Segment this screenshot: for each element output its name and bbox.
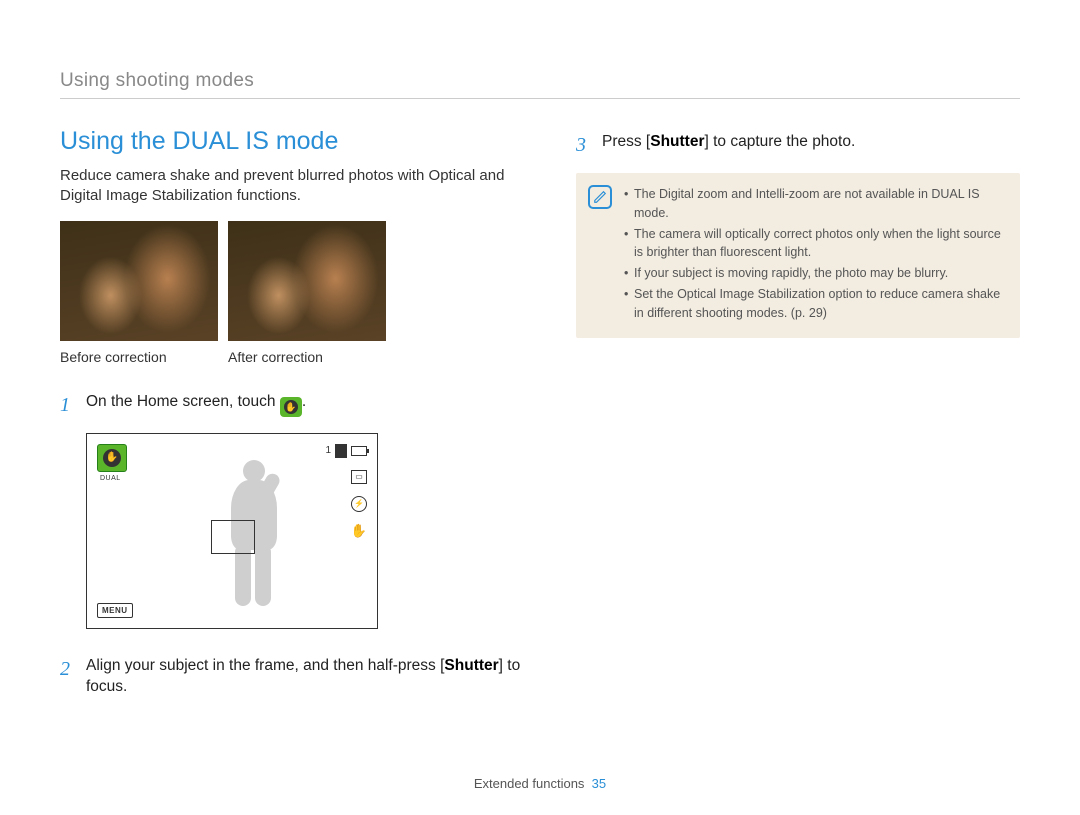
step-3: 3 Press [Shutter] to capture the photo. — [576, 131, 1020, 159]
lcd-status-top: 1 — [325, 444, 367, 458]
caption-before: Before correction — [60, 349, 218, 365]
ois-icon: ✋ — [351, 524, 367, 538]
camera-lcd-illustration: ✋ DUAL 1 ▭ ⚡ ✋ MENU — [86, 433, 378, 629]
photo-before — [60, 221, 218, 341]
lcd-remaining-count: 1 — [325, 445, 331, 456]
divider — [60, 98, 1020, 99]
step-3-text-a: Press [ — [602, 133, 650, 150]
photo-after — [228, 221, 386, 341]
breadcrumb: Using shooting modes — [60, 70, 1020, 92]
note-item: Set the Optical Image Stabilization opti… — [624, 285, 1006, 323]
battery-icon — [351, 446, 367, 456]
note-icon — [588, 185, 612, 209]
note-item: The camera will optically correct photos… — [624, 225, 1006, 263]
footer-section: Extended functions — [474, 776, 585, 791]
lcd-menu-button: MENU — [97, 603, 133, 618]
step-number: 3 — [576, 131, 592, 159]
dual-is-icon: ✋ — [280, 397, 302, 417]
step-3-text-c: ] to capture the photo. — [704, 133, 855, 150]
caption-after: After correction — [228, 349, 386, 365]
step-1-text-a: On the Home screen, touch — [86, 393, 280, 410]
flash-icon: ⚡ — [351, 496, 367, 512]
shutter-label: Shutter — [650, 133, 704, 150]
aspect-icon: ▭ — [351, 470, 367, 484]
storage-icon — [335, 444, 347, 458]
step-number: 2 — [60, 655, 76, 698]
page-footer: Extended functions 35 — [0, 776, 1080, 791]
intro-text: Reduce camera shake and prevent blurred … — [60, 166, 540, 207]
step-2-text-a: Align your subject in the frame, and the… — [86, 657, 444, 674]
example-photos — [60, 221, 540, 341]
note-box: The Digital zoom and Intelli-zoom are no… — [576, 173, 1020, 338]
shutter-label: Shutter — [444, 657, 498, 674]
step-number: 1 — [60, 391, 76, 419]
note-item: The Digital zoom and Intelli-zoom are no… — [624, 185, 1006, 223]
focus-box — [211, 520, 255, 554]
page-number: 35 — [592, 776, 606, 791]
step-1: 1 On the Home screen, touch ✋ . — [60, 391, 540, 419]
lcd-dual-label: DUAL — [100, 475, 121, 482]
note-item: If your subject is moving rapidly, the p… — [624, 264, 1006, 283]
step-1-text-b: . — [302, 393, 306, 410]
lcd-dual-is-icon: ✋ — [97, 444, 127, 472]
step-2: 2 Align your subject in the frame, and t… — [60, 655, 540, 698]
page-title: Using the DUAL IS mode — [60, 127, 540, 156]
